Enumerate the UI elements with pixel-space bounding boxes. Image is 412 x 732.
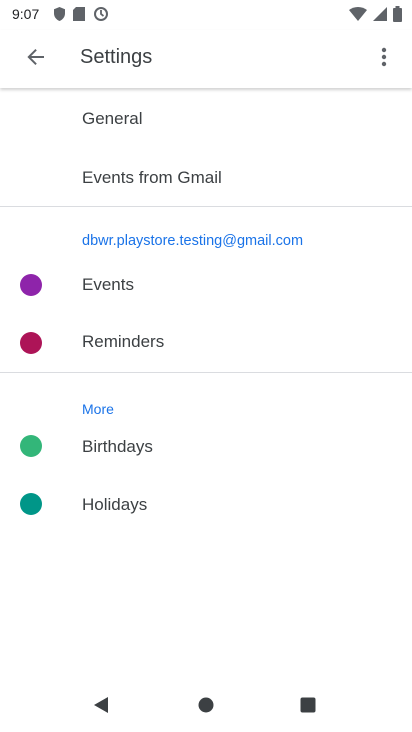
sd-card-icon: [73, 7, 85, 21]
nav-back-button[interactable]: [86, 692, 116, 722]
page-title: Settings: [80, 46, 153, 68]
sync-icon: [93, 6, 109, 22]
more-vert-icon: [381, 47, 387, 72]
birthdays-color-dot: [20, 435, 42, 457]
battery-icon: [393, 6, 402, 22]
more-options-button[interactable]: [364, 39, 404, 79]
wifi-icon: [349, 7, 367, 21]
back-button[interactable]: [14, 39, 58, 79]
settings-item-label: Holidays: [82, 495, 148, 514]
more-header: More: [0, 373, 412, 429]
settings-item-label: Reminders: [82, 332, 165, 351]
circle-home-icon: [198, 697, 214, 718]
events-color-dot: [20, 274, 42, 296]
status-time: 9:07: [12, 6, 40, 22]
settings-item-label: Events: [82, 275, 134, 294]
app-bar: Settings: [0, 30, 412, 88]
settings-item-label: Events from Gmail: [82, 168, 222, 187]
notification-icons: [54, 6, 109, 22]
holidays-color-dot: [20, 493, 42, 515]
settings-item-reminders[interactable]: Reminders: [0, 314, 412, 372]
settings-item-holidays[interactable]: Holidays: [0, 487, 412, 545]
settings-item-birthdays[interactable]: Birthdays: [0, 429, 412, 487]
shield-icon: [54, 7, 65, 21]
settings-list: General Events from Gmail dbwr.playstore…: [0, 88, 412, 545]
system-icons: [349, 6, 402, 22]
calendar-settings-screen: 9:07 Settings General Events from Gmail …: [0, 0, 412, 732]
settings-item-label: General: [82, 109, 143, 128]
account-email-header: dbwr.playstore.testing@gmail.com: [82, 233, 304, 249]
triangle-back-icon: [92, 696, 110, 719]
nav-recents-button[interactable]: [293, 692, 323, 722]
square-recents-icon: [300, 697, 316, 718]
settings-item-general[interactable]: General: [0, 88, 412, 147]
status-bar: 9:07: [0, 0, 412, 30]
settings-item-events-from-gmail[interactable]: Events from Gmail: [0, 147, 412, 206]
cell-signal-icon: [373, 7, 387, 21]
more-section-header: More: [82, 401, 114, 417]
nav-home-button[interactable]: [191, 692, 221, 722]
arrow-back-icon: [27, 48, 45, 71]
reminders-color-dot: [20, 332, 42, 354]
account-header: dbwr.playstore.testing@gmail.com: [0, 207, 412, 257]
settings-item-events[interactable]: Events: [0, 257, 412, 314]
settings-item-label: Birthdays: [82, 437, 153, 456]
system-navigation-bar: [0, 680, 412, 732]
